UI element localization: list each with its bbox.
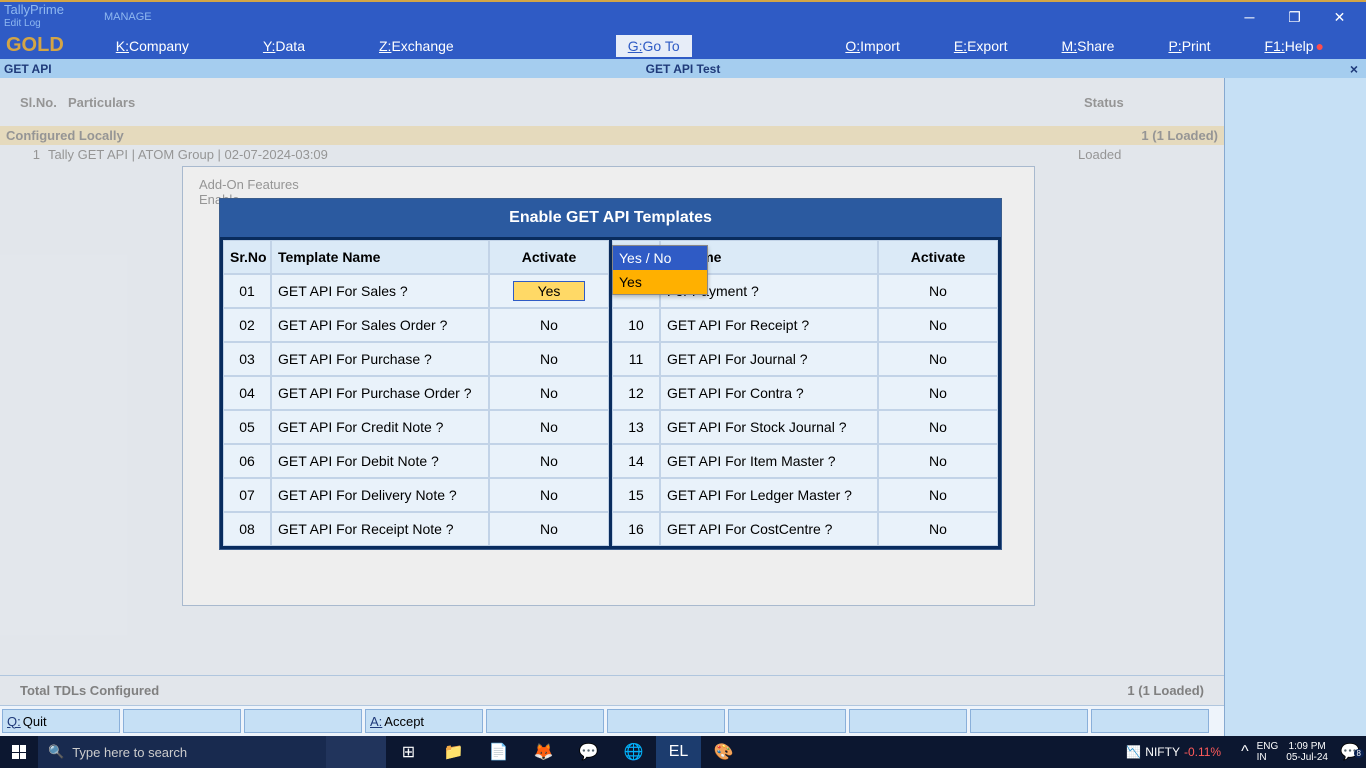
stock-down-icon: 📉 (1126, 745, 1141, 759)
yes-no-dropdown[interactable]: Yes / No Yes (612, 245, 708, 295)
menu-help[interactable]: F1:Help● (1253, 35, 1337, 57)
left-grid: Sr.No Template Name Activate 01GET API F… (223, 240, 609, 546)
search-highlight-icon[interactable] (326, 736, 386, 768)
template-row[interactable]: 12GET API For Contra ?No (612, 376, 998, 410)
col-activate: Activate (489, 240, 609, 274)
empty-slot (849, 709, 967, 733)
activate-cell[interactable]: No (878, 512, 998, 546)
chrome-icon[interactable]: 🌐 (611, 736, 656, 768)
system-tray[interactable]: 📉 NIFTY -0.11% ^ ENGIN 1:09 PM05-Jul-24 … (1126, 736, 1366, 768)
activate-cell[interactable]: No (878, 410, 998, 444)
taskbar[interactable]: 🔍 Type here to search ⊞ 📁 📄 🦊 💬 🌐 EL 🎨 📉… (0, 736, 1366, 768)
activate-cell[interactable]: No (878, 274, 998, 308)
menu-print[interactable]: P:Print (1156, 35, 1222, 57)
manage-label[interactable]: MANAGE (104, 11, 152, 23)
activate-cell[interactable]: No (878, 342, 998, 376)
tabbar: GET API GET API Test × (0, 59, 1366, 78)
gold-badge: GOLD (6, 34, 64, 57)
dialog-title: Enable GET API Templates (220, 199, 1001, 237)
accept-button[interactable]: A:Accept (365, 709, 483, 733)
activate-cell[interactable]: No (878, 444, 998, 478)
app-icon[interactable]: 📄 (476, 736, 521, 768)
tab-close-icon[interactable]: × (1350, 61, 1358, 77)
firefox-icon[interactable]: 🦊 (521, 736, 566, 768)
menu-import[interactable]: O:Import (833, 35, 911, 57)
col-activate-r: Activate (878, 240, 998, 274)
stock-ticker[interactable]: 📉 NIFTY -0.11% (1126, 745, 1221, 759)
minimize-button[interactable]: ─ (1227, 3, 1272, 31)
activate-cell[interactable]: No (878, 308, 998, 342)
menubar: GOLD K:Company Y:Data Z:Exchange G:Go To… (0, 32, 1366, 59)
notifications-icon[interactable]: 💬8 (1334, 742, 1366, 762)
language-indicator[interactable]: ENGIN (1257, 741, 1279, 763)
empty-slot (486, 709, 604, 733)
template-row[interactable]: 03GET API For Purchase ?No (223, 342, 609, 376)
paint-icon[interactable]: 🎨 (701, 736, 746, 768)
edit-log-label: Edit Log (4, 17, 64, 31)
el-app-icon[interactable]: EL (656, 736, 701, 768)
search-icon: 🔍 (48, 744, 64, 760)
start-button[interactable] (0, 736, 38, 768)
template-row[interactable]: 15GET API For Ledger Master ?No (612, 478, 998, 512)
activate-cell[interactable]: No (489, 410, 609, 444)
total-row: Total TDLs Configured 1 (1 Loaded) (0, 675, 1224, 705)
activate-cell[interactable]: No (489, 478, 609, 512)
clock[interactable]: 1:09 PM05-Jul-24 (1286, 741, 1328, 763)
empty-slot (607, 709, 725, 733)
menu-share[interactable]: M:Share (1050, 35, 1127, 57)
activate-cell[interactable]: No (878, 478, 998, 512)
template-row[interactable]: 01GET API For Sales ?Yes (223, 274, 609, 308)
activate-cell[interactable]: No (878, 376, 998, 410)
empty-slot (1091, 709, 1209, 733)
menu-export[interactable]: E:Export (942, 35, 1020, 57)
activate-cell[interactable]: No (489, 512, 609, 546)
quit-button[interactable]: Q:Quit (2, 709, 120, 733)
template-row[interactable]: 10GET API For Receipt ?No (612, 308, 998, 342)
tab-get-api-test[interactable]: GET API Test (646, 62, 721, 76)
menu-data[interactable]: Y:Data (251, 35, 317, 57)
menu-exchange[interactable]: Z:Exchange (367, 35, 466, 57)
tray-expand-icon[interactable]: ^ (1241, 743, 1249, 761)
taskbar-search[interactable]: 🔍 Type here to search (38, 736, 326, 768)
template-row[interactable]: 14GET API For Item Master ?No (612, 444, 998, 478)
activate-cell[interactable]: No (489, 308, 609, 342)
titlebar: TallyPrime Edit Log MANAGE ─ ❐ ✕ (0, 0, 1366, 32)
template-row[interactable]: 07GET API For Delivery Note ?No (223, 478, 609, 512)
menu-goto[interactable]: G:Go To (616, 35, 692, 57)
tab-get-api[interactable]: GET API (4, 62, 52, 76)
template-row[interactable]: 04GET API For Purchase Order ?No (223, 376, 609, 410)
maximize-button[interactable]: ❐ (1272, 3, 1317, 31)
template-row[interactable]: 08GET API For Receipt Note ?No (223, 512, 609, 546)
empty-slot (970, 709, 1088, 733)
empty-slot (244, 709, 362, 733)
button-bar: Q:Quit A:Accept (0, 705, 1224, 736)
template-row[interactable]: 11GET API For Journal ?No (612, 342, 998, 376)
activate-cell[interactable]: Yes (489, 274, 609, 308)
activate-cell[interactable]: No (489, 342, 609, 376)
dropdown-title: Yes / No (613, 246, 707, 270)
col-template-name: Template Name (271, 240, 489, 274)
file-explorer-icon[interactable]: 📁 (431, 736, 476, 768)
close-window-button[interactable]: ✕ (1317, 3, 1362, 31)
template-row[interactable]: 06GET API For Debit Note ?No (223, 444, 609, 478)
right-side-panel (1224, 78, 1366, 736)
enable-templates-dialog: Enable GET API Templates Sr.No Template … (219, 198, 1002, 550)
activate-cell[interactable]: No (489, 444, 609, 478)
task-view-icon[interactable]: ⊞ (386, 736, 431, 768)
whatsapp-icon[interactable]: 💬 (566, 736, 611, 768)
col-sr: Sr.No (223, 240, 271, 274)
dropdown-option-yes[interactable]: Yes (613, 270, 707, 294)
activate-cell[interactable]: No (489, 376, 609, 410)
empty-slot (728, 709, 846, 733)
template-row[interactable]: 13GET API For Stock Journal ?No (612, 410, 998, 444)
template-row[interactable]: 05GET API For Credit Note ?No (223, 410, 609, 444)
product-name: TallyPrime (4, 3, 64, 17)
menu-company[interactable]: K:Company (104, 35, 201, 57)
template-row[interactable]: 02GET API For Sales Order ?No (223, 308, 609, 342)
template-row[interactable]: 16GET API For CostCentre ?No (612, 512, 998, 546)
empty-slot (123, 709, 241, 733)
